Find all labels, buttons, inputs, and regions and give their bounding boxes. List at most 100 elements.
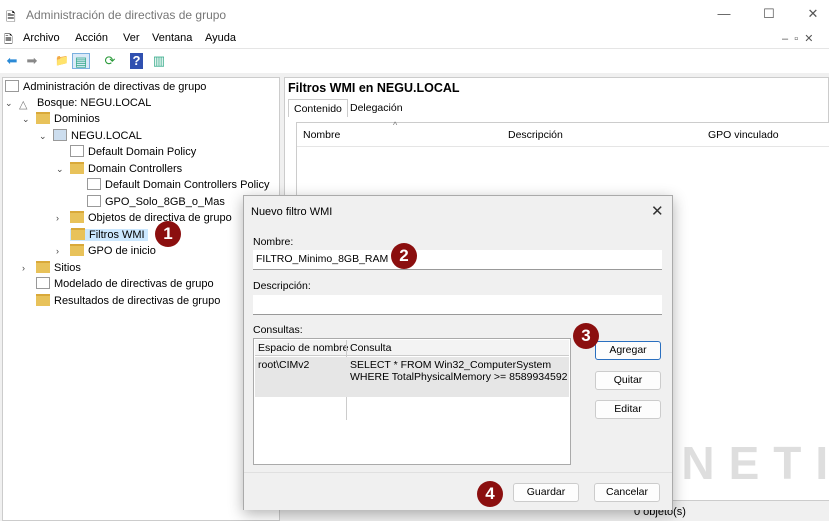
chevron-down-icon[interactable]: ⌄ [5,95,19,111]
queries-label: Consultas: [253,324,303,336]
remove-button[interactable]: Quitar [595,371,661,390]
menu-ayuda[interactable]: Ayuda [205,32,236,44]
gpmc-icon [5,80,19,92]
menu-ver[interactable]: Ver [123,32,140,44]
toolbar: ⬅ ➡ 📁 ▤ ⟳ ? ▥ [0,48,829,73]
query-namespace: root\CIMv2 [258,359,310,371]
chevron-down-icon[interactable]: ⌄ [56,161,70,177]
name-input[interactable]: FILTRO_Minimo_8GB_RAM [253,250,662,270]
tree-label: GPO_Solo_8GB_o_Mas [105,196,225,208]
edit-button[interactable]: Editar [595,400,661,419]
mdi-window-controls[interactable]: – ▫ ✕ [782,32,813,45]
tree-label: Modelado de directivas de grupo [54,278,214,290]
menu-ventana[interactable]: Ventana [152,32,192,44]
step-badge-1: 1 [155,221,181,247]
chevron-right-icon[interactable]: › [56,210,70,226]
modeling-icon [36,277,50,289]
tree-item-default-dc-policy[interactable]: Default Domain Controllers Policy [73,177,269,193]
title-bar: 🗎 Administración de directivas de grupo … [0,0,829,30]
refresh-icon[interactable]: ⟳ [101,53,119,69]
minimize-button[interactable]: — [714,6,734,21]
close-button[interactable]: ✕ [803,6,823,22]
tree-label: Domain Controllers [88,163,183,175]
query-text-line1: SELECT * FROM Win32_ComputerSystem [350,359,552,371]
queries-table[interactable]: Espacio de nombre Consulta root\CIMv2 SE… [253,338,571,465]
description-input[interactable] [253,295,662,315]
up-folder-icon[interactable]: 📁 [53,53,71,69]
tab-delegacion[interactable]: Delegación [345,99,408,117]
tree-item-forest[interactable]: ⌄ △ Bosque: NEGU.LOCAL [5,95,151,111]
console-tree: Administración de directivas de grupo ⌄ △… [2,77,280,521]
tree-item-modeling[interactable]: Modelado de directivas de grupo [22,276,214,292]
tree-item-negu-local[interactable]: ⌄ NEGU.LOCAL [39,128,142,144]
forward-arrow-icon[interactable]: ➡ [23,53,41,69]
help-icon[interactable]: ? [130,53,143,69]
folder-icon [71,228,85,240]
chevron-right-icon[interactable]: › [22,260,36,276]
step-badge-3: 3 [573,323,599,349]
tree-item-wmi-filters[interactable]: Filtros WMI [56,227,148,243]
app-icon: 🗎 [6,10,16,24]
tree-item-gpmc-root[interactable]: Administración de directivas de grupo [5,79,206,95]
menu-accion[interactable]: Acción [75,32,108,44]
column-query[interactable]: Consulta [350,342,391,354]
back-arrow-icon[interactable]: ⬅ [3,53,21,69]
results-icon [36,294,50,306]
new-wmi-filter-dialog: Nuevo filtro WMI ✕ Nombre: FILTRO_Minimo… [243,195,673,510]
tree-label: Dominios [54,113,100,125]
query-text-line2: WHERE TotalPhysicalMemory >= 8589934592 [350,371,568,383]
step-badge-2: 2 [391,243,417,269]
window-title: Administración de directivas de grupo [26,8,227,22]
column-gpo-vinculado[interactable]: GPO vinculado [708,129,779,141]
menu-bar: 🗎 Archivo Acción Ver Ventana Ayuda – ▫ ✕ [0,30,829,48]
menu-archivo[interactable]: Archivo [23,32,60,44]
tree-item-default-domain-policy[interactable]: Default Domain Policy [56,144,196,160]
sites-icon [36,261,50,273]
chevron-down-icon[interactable]: ⌄ [39,128,53,144]
tree-label: Default Domain Controllers Policy [105,179,270,191]
tree-item-sites[interactable]: › Sitios [22,260,81,276]
column-namespace[interactable]: Espacio de nombre [258,342,348,354]
domain-icon [53,129,67,141]
description-label: Descripción: [253,280,311,292]
tree-item-results[interactable]: Resultados de directivas de grupo [22,293,220,309]
column-nombre[interactable]: Nombre [303,129,340,141]
chevron-right-icon[interactable]: › [56,243,70,259]
ou-icon [70,162,84,174]
tree-item-gpo-objects[interactable]: › Objetos de directiva de grupo [56,210,232,226]
forest-icon: △ [19,99,28,111]
folder-icon [36,112,50,124]
tree-label: GPO de inicio [88,245,156,257]
show-hide-tree-icon[interactable]: ▤ [72,53,90,69]
tree-label: Administración de directivas de grupo [23,81,207,93]
cancel-button[interactable]: Cancelar [594,483,660,502]
save-button[interactable]: Guardar [513,483,579,502]
tree-label: Bosque: NEGU.LOCAL [37,97,152,109]
tree-item-domains[interactable]: ⌄ Dominios [22,111,100,127]
sort-ascending-icon: ^ [393,120,398,130]
tree-label: Sitios [54,262,81,274]
dialog-close-icon[interactable]: ✕ [651,202,664,220]
gpo-link-icon [87,178,101,190]
query-row[interactable]: root\CIMv2 SELECT * FROM Win32_ComputerS… [255,357,569,397]
tree-label: Resultados de directivas de grupo [54,295,221,307]
gpo-link-icon [70,145,84,157]
tree-item-starter-gpos[interactable]: › GPO de inicio [56,243,156,259]
tree-label: Filtros WMI [89,229,145,241]
tree-label: Default Domain Policy [88,146,197,158]
tree-item-gpo-solo-8gb[interactable]: GPO_Solo_8GB_o_Mas [73,194,225,210]
maximize-button[interactable]: ☐ [759,6,779,22]
column-descripcion[interactable]: Descripción [508,129,563,141]
details-header: Filtros WMI en NEGU.LOCAL [288,81,460,95]
action-pane-icon[interactable]: ▥ [150,53,168,69]
tree-label: NEGU.LOCAL [71,130,142,142]
step-badge-4: 4 [477,481,503,507]
folder-icon [70,244,84,256]
tab-contenido[interactable]: Contenido [288,99,348,117]
folder-icon [70,211,84,223]
chevron-down-icon[interactable]: ⌄ [22,111,36,127]
tree-item-domain-controllers[interactable]: ⌄ Domain Controllers [56,161,182,177]
add-button[interactable]: Agregar [595,341,661,360]
gpo-link-icon [87,195,101,207]
dialog-title: Nuevo filtro WMI [251,206,333,218]
